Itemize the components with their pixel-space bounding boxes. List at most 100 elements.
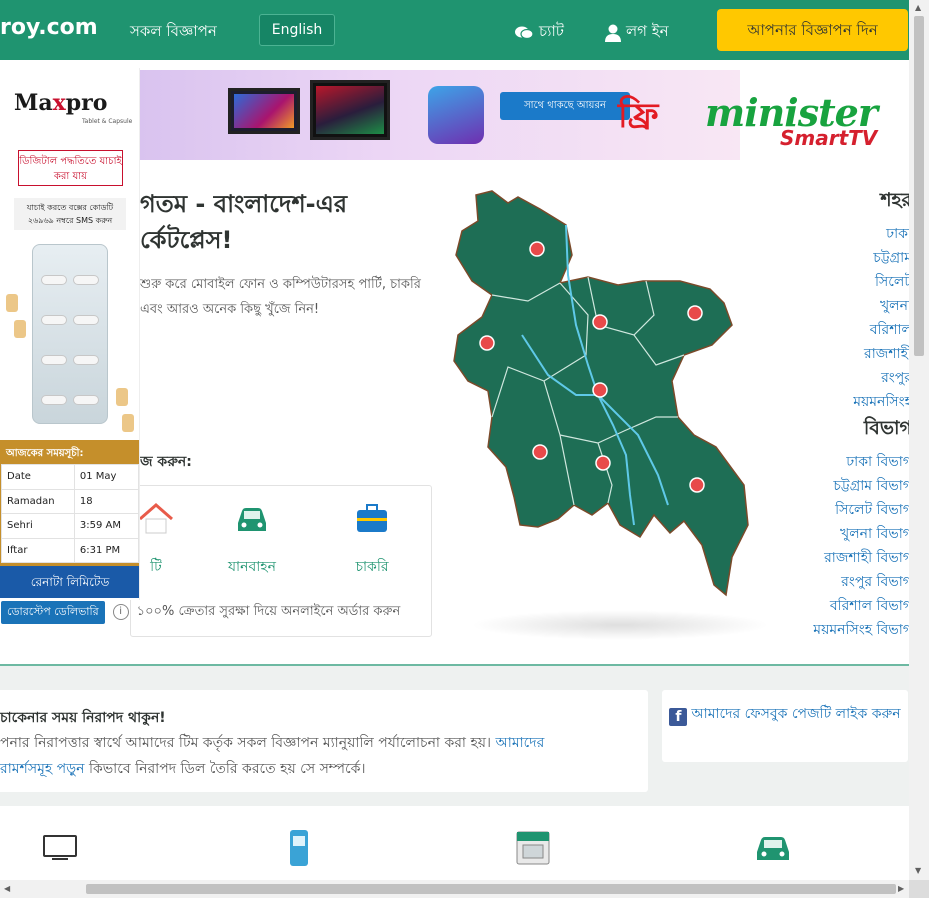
lantern-decoration — [116, 388, 128, 406]
safety-body: পনার নিরাপত্তার স্বার্থে আমাদের টিম কর্ত… — [0, 735, 492, 751]
banner-brand-sub: SmartTV — [780, 126, 878, 150]
language-button[interactable]: English — [259, 14, 335, 46]
car-icon[interactable] — [753, 828, 793, 868]
city-link[interactable]: বরিশাল — [853, 318, 912, 342]
site-logo[interactable]: roy.com — [0, 15, 98, 40]
ad-brand-part: x — [52, 90, 66, 116]
banner-promo-text: সাথে থাকছে আয়রন — [500, 92, 630, 120]
ramadan-schedule: আজকের সময়সূচী: Date 01 May Ramadan 18 Seh… — [0, 440, 139, 566]
login-label: লগ ইন — [626, 22, 669, 40]
page: roy.com সকল বিজ্ঞাপন English চ্যাট লগ ইন… — [0, 0, 929, 898]
briefcase-icon — [357, 504, 387, 532]
all-ads-link[interactable]: সকল বিজ্ঞাপন — [130, 20, 217, 45]
banner-free-text: ফ্রি — [618, 96, 659, 136]
scroll-left-icon[interactable]: ◀ — [4, 884, 10, 893]
ad-brand-logo: Maxpro — [14, 90, 107, 116]
city-link[interactable]: সিলেট — [853, 270, 912, 294]
ad-company-name: রেনাটা লিমিটেড — [0, 566, 139, 598]
city-link[interactable]: খুলনা — [853, 294, 912, 318]
table-row: Sehri 3:59 AM — [1, 513, 139, 539]
safety-link[interactable]: আমাদের — [496, 735, 545, 751]
city-marker — [689, 477, 705, 493]
tv-image — [228, 88, 300, 134]
city-marker — [479, 335, 495, 351]
side-ad[interactable]: Maxpro Tablet & Capsule ডিজিটাল পদ্ধতিতে… — [0, 68, 140, 600]
city-link[interactable]: রংপুর — [853, 366, 912, 390]
ad-verify-text: ডিজিটাল পদ্ধতিতে যাচাই করা যায় — [18, 150, 123, 186]
schedule-table: Date 01 May Ramadan 18 Sehri 3:59 AM Iftar 6… — [1, 464, 139, 563]
ad-pack-image — [32, 244, 108, 424]
vertical-scrollbar[interactable]: ▲ ▼ — [909, 0, 929, 880]
bangladesh-map[interactable] — [448, 185, 758, 605]
division-link[interactable]: রংপুর বিভাগ — [813, 570, 912, 594]
category-vehicles[interactable]: যানবাহন — [207, 501, 297, 579]
division-link[interactable]: ময়মনসিংহ বিভাগ — [813, 618, 912, 642]
division-link[interactable]: চট্টগ্রাম বিভাগ — [813, 474, 912, 498]
user-icon — [605, 24, 621, 42]
city-link[interactable]: ময়মনসিংহ — [853, 390, 912, 414]
banner-ad[interactable]: সাথে থাকছে আয়রন ফ্রি minister SmartTV — [140, 70, 909, 160]
city-heading: শহর — [880, 189, 912, 211]
welcome-heading: গতম - বাংলাদেশ-এর র্কেটপ্লেস! — [140, 190, 348, 254]
search-category-label: জ করুন: — [140, 454, 192, 470]
city-marker — [592, 382, 608, 398]
facebook-like-box[interactable]: f আমাদের ফেসবুক পেজটি লাইক করুন — [662, 690, 908, 762]
category-box: টি যানবাহন চাকরি ডোরস্টেপ ডেলিভারি i ১০০… — [1, 485, 432, 637]
scroll-up-icon[interactable]: ▲ — [915, 3, 921, 12]
mobile-icon[interactable] — [279, 828, 319, 868]
login-link[interactable]: লগ ইন — [605, 20, 669, 45]
map-shadow — [470, 610, 770, 640]
facebook-text: আমাদের ফেসবুক পেজটি লাইক করুন — [691, 706, 901, 722]
division-link[interactable]: বরিশাল বিভাগ — [813, 594, 912, 618]
safety-title: চাকেনার সময় নিরাপদ থাকুন! — [0, 710, 166, 726]
safety-body-2: কিভাবে নিরাপদ ডিল তৈরি করতে হয় সে সম্পর… — [88, 761, 366, 777]
ad-brand-part: pro — [65, 90, 108, 116]
horizontal-scrollbar[interactable]: ◀ ▶ — [0, 880, 909, 898]
table-row: Date 01 May — [1, 464, 139, 490]
city-marker — [529, 241, 545, 257]
safety-text: পনার নিরাপত্তার স্বার্থে আমাদের টিম কর্ত… — [0, 730, 600, 782]
doorstep-badge: ডোরস্টেপ ডেলিভারি — [1, 600, 105, 624]
appliance-icon[interactable] — [513, 828, 553, 868]
trust-text: ১০০% ক্রেতার সুরক্ষা দিয়ে অনলাইনে অর্ডা… — [136, 603, 401, 619]
chat-link[interactable]: চ্যাট — [514, 20, 564, 45]
home-icon — [139, 503, 173, 534]
banner-product-area: সাথে থাকছে আয়রন ফ্রি — [140, 70, 740, 160]
facebook-icon: f — [669, 708, 688, 726]
city-link[interactable]: চট্টগ্রাম — [853, 246, 912, 270]
scroll-thumb[interactable] — [914, 16, 924, 356]
city-marker — [687, 305, 703, 321]
tv-image — [310, 80, 390, 140]
city-marker — [592, 314, 608, 330]
scroll-right-icon[interactable]: ▶ — [898, 884, 904, 893]
table-row: Iftar 6:31 PM — [1, 537, 139, 563]
division-link[interactable]: খুলনা বিভাগ — [813, 522, 912, 546]
city-marker — [532, 444, 548, 460]
safety-card: চাকেনার সময় নিরাপদ থাকুন! পনার নিরাপত্ত… — [0, 690, 648, 792]
city-list: শহর ঢাকা চট্টগ্রাম সিলেট খুলনা বরিশাল রা… — [853, 186, 912, 414]
ad-brand-sub: Tablet & Capsule — [82, 118, 133, 125]
schedule-title: আজকের সময়সূচী: — [6, 448, 84, 459]
city-link[interactable]: রাজশাহী — [853, 342, 912, 366]
lantern-decoration — [6, 294, 18, 312]
ad-brand-part: Ma — [14, 90, 53, 116]
division-link[interactable]: ঢাকা বিভাগ — [813, 450, 912, 474]
lantern-decoration — [122, 414, 134, 432]
scroll-thumb[interactable] — [86, 884, 896, 894]
chat-label: চ্যাট — [539, 22, 564, 40]
top-navbar: roy.com সকল বিজ্ঞাপন English চ্যাট লগ ইন… — [0, 0, 909, 60]
iron-image — [428, 86, 484, 144]
safety-tips-link[interactable]: রামর্শসমূহ পড়ুন — [0, 761, 85, 777]
division-link[interactable]: রাজশাহী বিভাগ — [813, 546, 912, 570]
division-link[interactable]: সিলেট বিভাগ — [813, 498, 912, 522]
scrollbar-corner — [909, 880, 929, 898]
monitor-icon[interactable] — [40, 828, 80, 868]
division-heading: বিভাগ — [863, 417, 912, 439]
ad-sms-text: যাচাই করতে বক্সের কোডটি ২৬৯৬৯ নম্বরে SMS… — [14, 198, 126, 230]
post-ad-button[interactable]: আপনার বিজ্ঞাপন দিন — [717, 9, 908, 51]
welcome-subtitle: শুরু করে মোবাইল ফোন ও কম্পিউটারসহ পার্টি… — [140, 277, 421, 317]
info-icon[interactable]: i — [112, 604, 129, 620]
city-link[interactable]: ঢাকা — [853, 222, 912, 246]
scroll-down-icon[interactable]: ▼ — [915, 866, 921, 875]
category-jobs[interactable]: চাকরি — [327, 501, 417, 579]
